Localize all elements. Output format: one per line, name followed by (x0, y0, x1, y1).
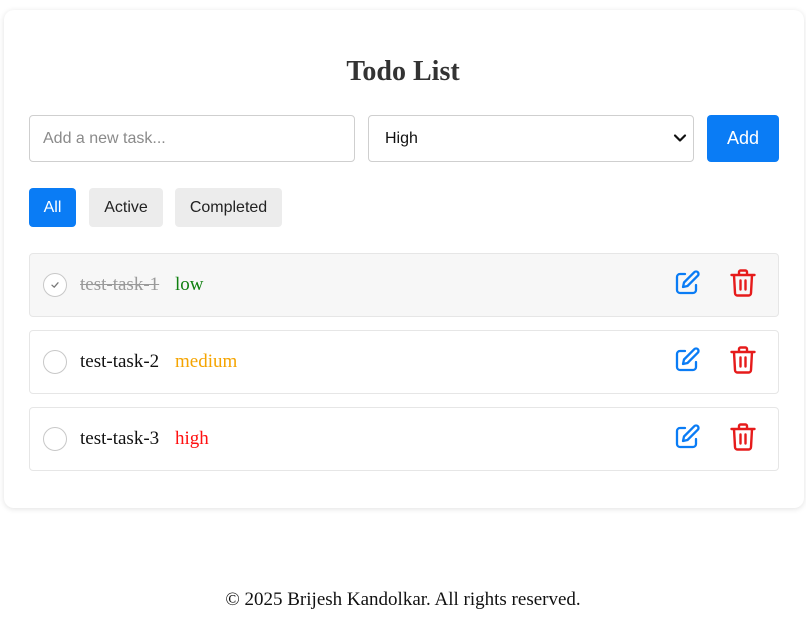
task-priority: high (175, 428, 209, 449)
priority-select[interactable]: High (368, 115, 694, 162)
edit-icon[interactable] (673, 423, 701, 451)
task-text: test-task-2 (80, 351, 160, 372)
chevron-down-icon (673, 134, 687, 142)
add-task-button[interactable]: Add (707, 115, 779, 162)
check-icon (51, 282, 59, 288)
filter-active-button[interactable]: Active (89, 188, 163, 227)
task-checkbox[interactable] (43, 427, 67, 451)
priority-select-value: High (385, 130, 418, 147)
trash-icon[interactable] (729, 268, 757, 298)
task-priority: medium (175, 351, 238, 372)
filter-all-button[interactable]: All (29, 188, 76, 227)
new-task-input[interactable] (29, 115, 355, 162)
task-row: test-task-1 low (29, 253, 779, 317)
page-title: Todo List (346, 56, 460, 87)
trash-icon[interactable] (729, 422, 757, 452)
task-row: test-task-2 medium (29, 330, 779, 394)
trash-icon[interactable] (729, 345, 757, 375)
task-text: test-task-3 (80, 428, 160, 449)
edit-icon[interactable] (673, 346, 701, 374)
footer-copyright: © 2025 Brijesh Kandolkar. All rights res… (225, 589, 581, 610)
task-checkbox[interactable] (43, 273, 67, 297)
task-checkbox[interactable] (43, 350, 67, 374)
edit-icon[interactable] (673, 269, 701, 297)
task-priority: low (175, 274, 204, 295)
task-text: test-task-1 (80, 274, 160, 295)
task-row: test-task-3 high (29, 407, 779, 471)
filter-completed-button[interactable]: Completed (175, 188, 282, 227)
